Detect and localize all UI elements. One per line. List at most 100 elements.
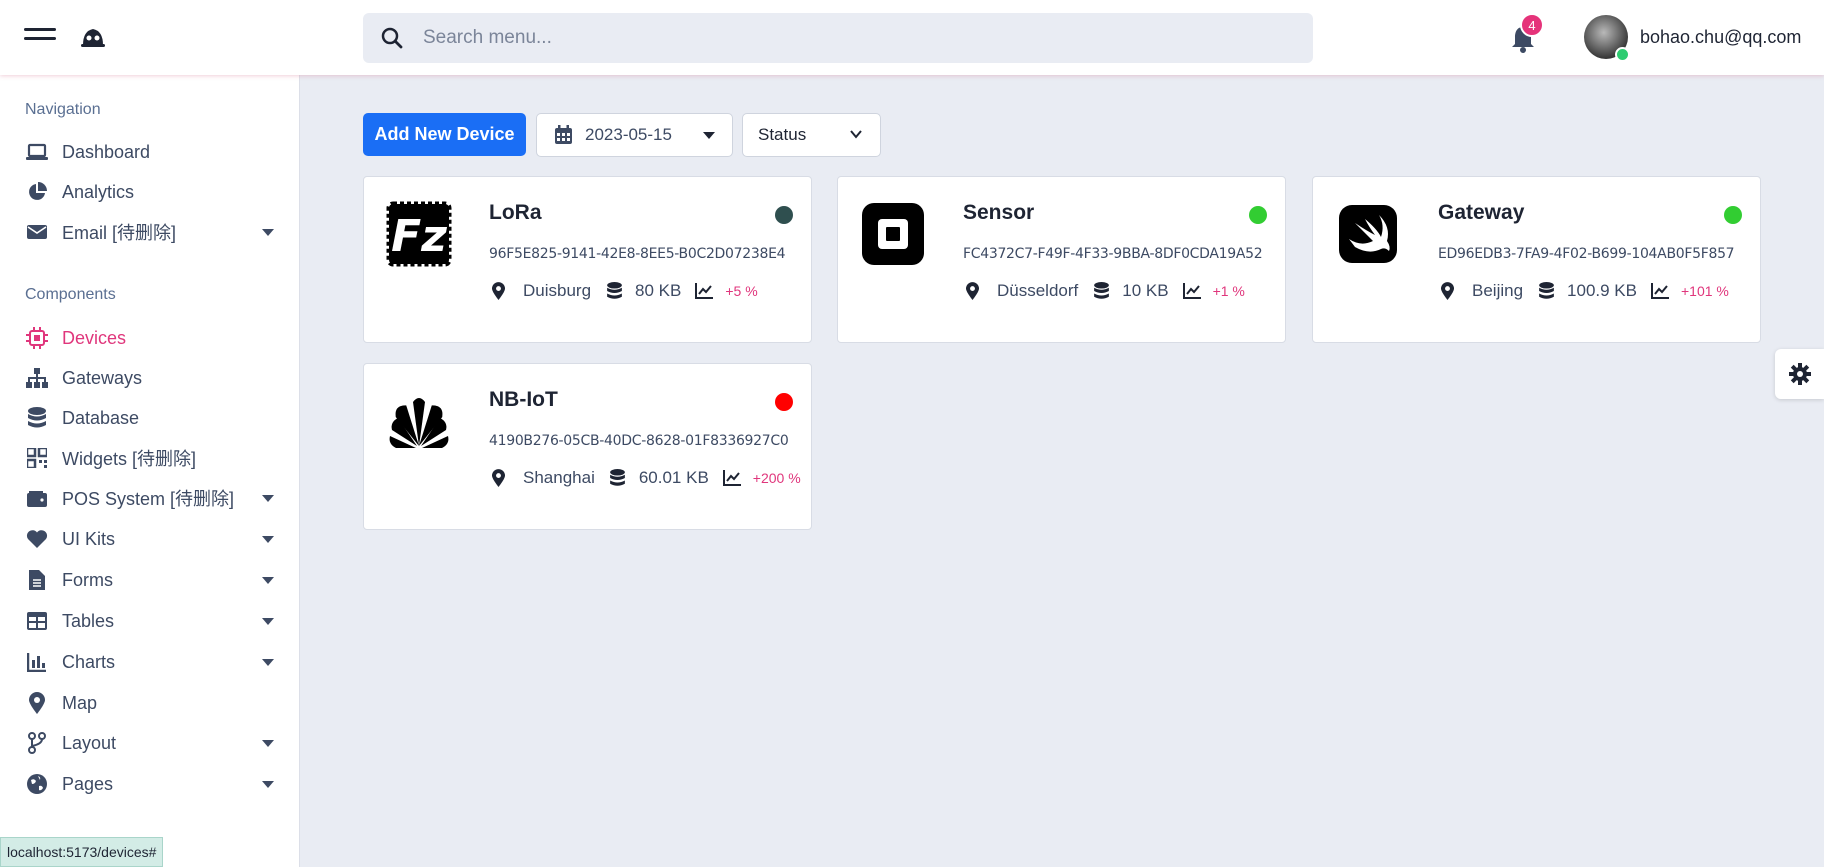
envelope-icon [26, 221, 48, 243]
sidebar-item-label: Layout [62, 732, 117, 753]
sidebar-item-tables[interactable]: Tables [0, 603, 299, 639]
device-trend: +1 % [1212, 283, 1245, 299]
sidebar-item-label: Map [62, 692, 98, 713]
file-icon [26, 569, 48, 591]
sidebar-item-map[interactable]: Map [0, 685, 299, 721]
chevron-down-icon [262, 494, 274, 502]
sidebar-item-devices[interactable]: Devices [0, 320, 299, 356]
device-card-nb-iot[interactable]: NB-IoT 4190B276-05CB-40DC-8628-01F833692… [363, 363, 812, 530]
sidebar-item-forms[interactable]: Forms [0, 562, 299, 598]
status-select[interactable]: Status [742, 113, 881, 157]
chevron-down-icon [850, 130, 862, 139]
date-value: 2023-05-15 [585, 125, 672, 144]
device-meta: Duisburg 80 KB +5 % [489, 281, 758, 301]
device-name: Gateway [1438, 201, 1525, 224]
sidebar-item-pages[interactable]: Pages [0, 766, 299, 802]
code-branch-icon [26, 732, 48, 754]
search-bar[interactable] [363, 13, 1313, 63]
device-city: Düsseldorf [997, 281, 1079, 300]
trend-chart-icon [695, 282, 714, 300]
database-icon [26, 407, 48, 429]
sidebar-item-label: Widgets [待删除] [62, 449, 197, 469]
map-marker-icon [489, 282, 507, 300]
device-size: 10 KB [1122, 281, 1169, 300]
sidebar-item-label: Database [62, 407, 140, 428]
device-card-gateway[interactable]: Gateway ED96EDB3-7FA9-4F02-B699-104AB0F5… [1312, 176, 1761, 343]
user-email[interactable]: bohao.chu@qq.com [1640, 27, 1801, 48]
chevron-down-icon [262, 228, 274, 236]
wallet-icon [26, 487, 48, 509]
globe-icon [26, 773, 48, 795]
device-name: LoRa [489, 201, 542, 224]
laptop-icon [26, 141, 48, 163]
sidebar-item-gateways[interactable]: Gateways [0, 360, 299, 396]
status-bar-url: localhost:5173/devices# [0, 837, 164, 867]
add-device-button[interactable]: Add New Device [363, 113, 526, 156]
sidebar: Navigation Dashboard Analytics Email [待删… [0, 75, 300, 867]
sidebar-item-layout[interactable]: Layout [0, 725, 299, 761]
device-uuid: 96F5E825-9141-42E8-8EE5-B0C2D07238E4 [489, 246, 786, 262]
chevron-down-icon [262, 576, 274, 584]
sidebar-item-ui-kits[interactable]: UI Kits [0, 521, 299, 557]
device-uuid: 4190B276-05CB-40DC-8628-01F8336927C0 [489, 433, 789, 449]
trend-chart-icon [1182, 282, 1201, 300]
sidebar-item-analytics[interactable]: Analytics [0, 174, 299, 210]
qrcode-icon [26, 447, 48, 469]
sidebar-item-label: Tables [62, 610, 115, 631]
heart-icon [26, 528, 48, 550]
map-marker-icon [1438, 282, 1456, 300]
hamburger-menu-icon[interactable] [24, 28, 56, 46]
database-icon [609, 469, 627, 487]
gear-icon [1788, 363, 1811, 385]
database-icon [1537, 282, 1555, 300]
chevron-down-icon [262, 739, 274, 747]
notification-badge: 4 [1520, 13, 1544, 37]
device-card-lora[interactable]: Fz LoRa 96F5E825-9141-42E8-8EE5-B0C2D072… [363, 176, 812, 343]
sidebar-item-label: Pages [62, 773, 114, 794]
device-status-dot [775, 206, 793, 224]
chevron-down-icon [262, 780, 274, 788]
device-meta: Beijing 100.9 KB +101 % [1438, 281, 1729, 301]
sidebar-item-label: Gateways [62, 367, 143, 388]
svg-text:Fz: Fz [391, 211, 447, 262]
trend-chart-icon [722, 469, 741, 487]
device-name: Sensor [963, 201, 1035, 224]
sidebar-item-label: Analytics [62, 181, 135, 202]
device-city: Shanghai [523, 468, 595, 487]
section-title-components: Components [25, 286, 116, 303]
sidebar-item-email[interactable]: Email [待删除] [0, 214, 299, 250]
database-icon [605, 282, 623, 300]
sidebar-item-database[interactable]: Database [0, 400, 299, 436]
sidebar-item-label: Charts [62, 651, 116, 672]
device-status-dot [1724, 206, 1742, 224]
section-title-navigation: Navigation [25, 101, 101, 118]
sidebar-item-widgets[interactable]: Widgets [待删除] [0, 440, 299, 476]
device-meta: Shanghai 60.01 KB +200 % [489, 468, 801, 488]
sidebar-item-pos-system[interactable]: POS System [待删除] [0, 480, 299, 516]
device-trend: +101 % [1681, 283, 1729, 299]
app-logo-icon[interactable] [80, 25, 106, 49]
device-meta: Düsseldorf 10 KB +1 % [963, 281, 1245, 301]
device-city: Beijing [1472, 281, 1524, 300]
table-icon [26, 610, 48, 632]
map-marker-icon [26, 692, 48, 714]
filezilla-logo-icon: Fz [386, 201, 452, 267]
sidebar-item-dashboard[interactable]: Dashboard [0, 134, 299, 170]
huawei-logo-icon [389, 398, 449, 448]
date-picker[interactable]: 2023-05-15 [536, 113, 733, 157]
device-uuid: ED96EDB3-7FA9-4F02-B699-104AB0F5F857 [1438, 246, 1735, 262]
square-logo-icon [862, 203, 924, 265]
swift-logo-icon [1339, 205, 1397, 263]
sitemap-icon [26, 367, 48, 389]
trend-chart-icon [1651, 282, 1669, 300]
device-city: Duisburg [523, 281, 592, 300]
device-card-sensor[interactable]: Sensor FC4372C7-F49F-4F33-9BBA-8DF0CDA19… [837, 176, 1286, 343]
settings-button[interactable] [1775, 349, 1824, 399]
top-bar: 4 bohao.chu@qq.com [0, 0, 1824, 75]
device-size: 100.9 KB [1567, 281, 1637, 300]
sidebar-item-label: Dashboard [62, 141, 151, 162]
search-input[interactable] [421, 26, 1275, 50]
device-size: 60.01 KB [638, 468, 709, 487]
sidebar-item-charts[interactable]: Charts [0, 644, 299, 680]
map-marker-icon [963, 282, 981, 300]
